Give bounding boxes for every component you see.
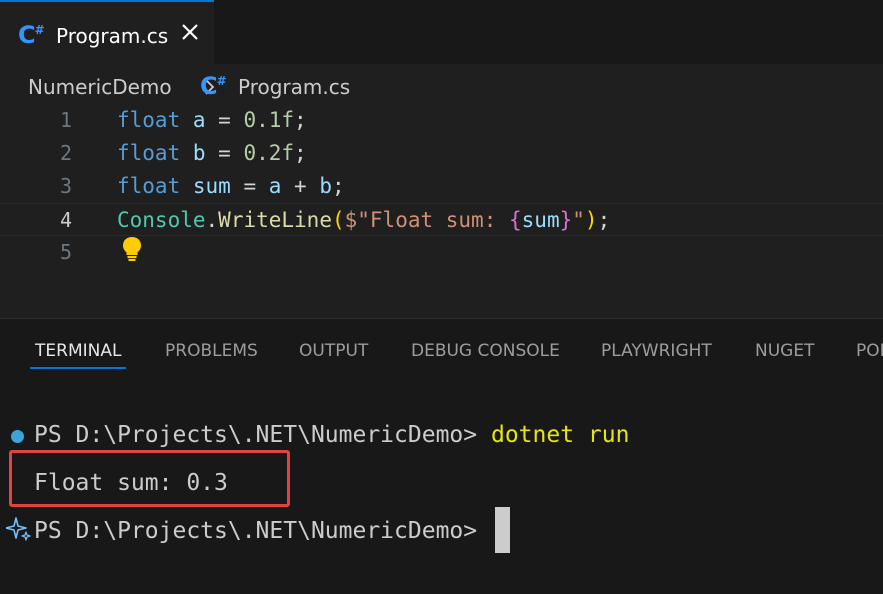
code-token: 0.1f [243,108,295,132]
command-success-dot-icon[interactable] [11,430,24,443]
code-token: float [117,174,181,198]
code-line[interactable]: 4 Console.WriteLine($"Float sum: {sum}"); [0,203,883,236]
code-token: b [192,141,206,165]
code-token: ; [332,174,345,198]
breadcrumb-folder[interactable]: NumericDemo [28,75,172,99]
line-number: 4 [59,208,72,232]
code-token: float [117,141,181,165]
terminal-prompt-line: PS D:\Projects\.NET\NumericDemo> [34,518,491,544]
code-token: ; [294,108,307,132]
code-token: float [117,108,181,132]
tab-ports[interactable]: PORTS [856,341,883,361]
code-line[interactable]: 2 float b = 0.2f; [0,137,883,170]
code-token: a [268,174,282,198]
code-token: = [205,141,244,165]
terminal-command: dotnet run [490,422,630,448]
code-token: b [319,174,332,198]
code-token: ; [597,208,611,232]
code-token: . [205,208,219,232]
tab-problems[interactable]: PROBLEMS [165,341,258,361]
editor-tab-bar: C# Program.cs [0,0,883,64]
code-text: float a = 0.1f; [117,108,307,132]
code-token: = [205,108,244,132]
code-token: } [559,208,573,232]
tab-output[interactable]: OUTPUT [299,341,368,361]
code-token: ; [294,141,307,165]
terminal-output: Float sum: 0.3 [34,470,228,496]
sparkle-icon[interactable] [5,516,32,546]
bottom-panel: TERMINAL PROBLEMS OUTPUT DEBUG CONSOLE P… [0,318,883,594]
code-token: = [230,174,269,198]
code-token: WriteLine [218,208,332,232]
code-token: + [281,174,320,198]
code-token: " [572,208,585,232]
code-token: ) [584,208,598,232]
tab-terminal[interactable]: TERMINAL [35,341,121,361]
tab-playwright[interactable]: PLAYWRIGHT [601,341,712,361]
code-token: Console [117,208,206,232]
tab-label: Program.cs [56,24,169,48]
line-number: 3 [59,174,72,198]
breadcrumb-file[interactable]: Program.cs [238,75,350,99]
vscode-window: C# Program.cs NumericDemo C# Program.cs … [0,0,883,594]
code-token: ( [331,208,345,232]
line-number: 5 [59,240,72,264]
terminal-line-command: PS D:\Projects\.NET\NumericDemo> dotnet … [34,422,629,448]
line-number: 1 [59,108,72,132]
code-token: sum [521,208,560,232]
tab-nuget[interactable]: NUGET [755,341,814,361]
csharp-file-icon: C# [200,72,227,100]
code-token: $"Float sum: [344,208,509,232]
active-tab-indicator [30,367,126,369]
line-number: 2 [59,141,72,165]
tab-debug-console[interactable]: DEBUG CONSOLE [411,341,560,361]
code-line[interactable]: 3 float sum = a + b; [0,170,883,203]
code-text: Console.WriteLine($"Float sum: {sum}"); [117,208,610,232]
terminal-cursor [495,507,510,553]
terminal-prompt: PS D:\Projects\.NET\NumericDemo> [34,422,491,448]
lightbulb-icon[interactable] [121,236,143,266]
close-icon[interactable] [177,19,203,45]
code-token: { [509,208,522,232]
code-token: 0.2f [243,141,295,165]
csharp-file-icon: C# [18,21,45,49]
code-line[interactable]: 1 float a = 0.1f; [0,104,883,137]
breadcrumb: NumericDemo C# Program.cs [28,72,628,100]
code-text: float sum = a + b; [117,174,345,198]
code-text: float b = 0.2f; [117,141,307,165]
code-token: a [192,108,206,132]
tab-program-cs[interactable]: C# Program.cs [0,0,214,64]
code-token: sum [192,174,231,198]
